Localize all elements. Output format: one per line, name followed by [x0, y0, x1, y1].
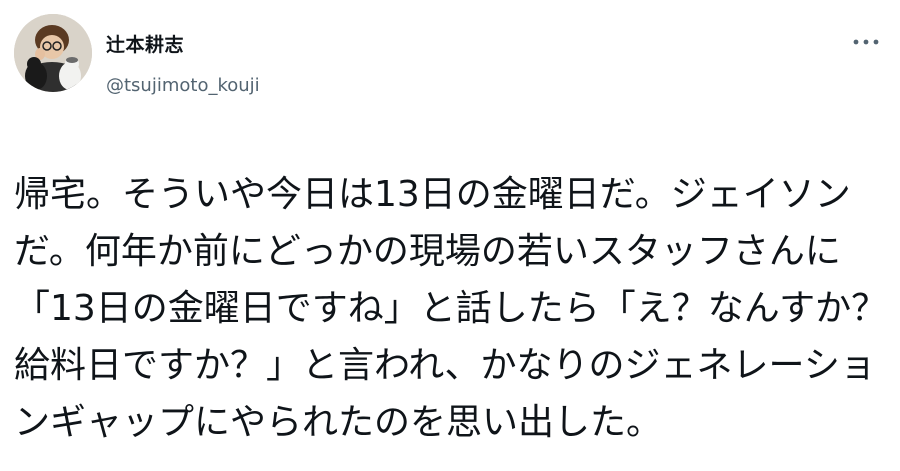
tweet-line: 「13日の金曜日ですね」と話したら「え？なんすか？ [14, 288, 888, 329]
more-options-icon[interactable] [848, 30, 884, 54]
avatar[interactable] [14, 14, 92, 92]
tweet-line: 給料日ですか？」と言われ、かなりのジェネレーショ [14, 345, 876, 386]
tweet-text: 帰宅。そういや今日は13日の金曜日だ。ジェイソン だ。何年か前にどっかの現場の若… [14, 166, 894, 451]
tweet-line: 帰宅。そういや今日は13日の金曜日だ。ジェイソン [14, 174, 851, 215]
display-name[interactable]: 辻本耕志 [106, 30, 184, 57]
user-handle[interactable]: @tsujimoto_kouji [106, 75, 260, 96]
tweet-line: ンギャップにやられたのを思い出した。 [14, 402, 663, 443]
tweet-line: だ。何年か前にどっかの現場の若いスタッフさんに [14, 231, 841, 272]
avatar-photo [14, 14, 92, 92]
